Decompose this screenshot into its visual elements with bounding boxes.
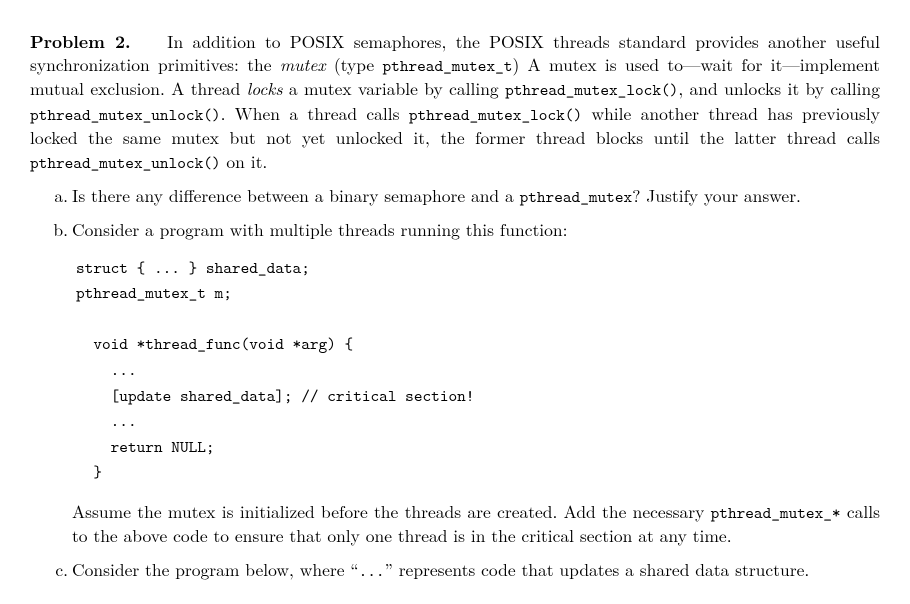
part-c-dots: ... (359, 560, 385, 582)
part-a-text-after: ? Justify your answer. (632, 183, 801, 208)
part-b-para-before: Assume the mutex is initialized before t… (72, 499, 711, 524)
code-unlock: pthread_mutex_unlock() (30, 104, 221, 126)
text: a mutex variable by calling (283, 76, 506, 101)
part-b: b. Consider a program with multiple thre… (54, 218, 880, 548)
page: Problem 2. In addition to POSIX semaphor… (0, 0, 910, 604)
part-b-paragraph: Assume the mutex is initialized before t… (72, 500, 880, 548)
part-b-intro: Consider a program with multiple threads… (72, 217, 567, 242)
part-a-text-before: Is there any difference between a binary… (72, 183, 520, 208)
locks-term: locks (247, 76, 283, 101)
part-b-para-code: pthread_mutex_* (711, 502, 841, 524)
text: , and unlocks it by calling (678, 76, 880, 101)
code-unlock-2: pthread_mutex_unlock() (30, 152, 221, 174)
text: on it. (221, 149, 268, 174)
part-c-before: Consider the program below, where “ (72, 557, 359, 582)
part-c-after: ” represents code that updates a shared … (385, 557, 810, 582)
code-lock: pthread_mutex_lock() (505, 79, 678, 101)
text: . When a thread calls (221, 101, 409, 126)
text: (type (326, 52, 383, 77)
part-a-marker: a. (48, 184, 68, 208)
code-type: pthread_mutex_t (383, 55, 513, 77)
part-c: c. Consider the program below, where “..… (54, 558, 880, 582)
part-a-code: pthread_mutex (520, 186, 633, 208)
part-c-marker: c. (48, 558, 68, 582)
problem-label: Problem 2. (30, 29, 131, 54)
part-b-code-block: struct { ... } shared_data; pthread_mute… (76, 256, 880, 486)
part-b-marker: b. (48, 218, 68, 242)
parts-list: a. Is there any difference between a bin… (30, 184, 880, 582)
problem-paragraph: Problem 2. In addition to POSIX semaphor… (30, 30, 880, 174)
part-a: a. Is there any difference between a bin… (54, 184, 880, 208)
mutex-term: mutex (280, 52, 326, 77)
code-lock-2: pthread_mutex_lock() (409, 104, 582, 126)
